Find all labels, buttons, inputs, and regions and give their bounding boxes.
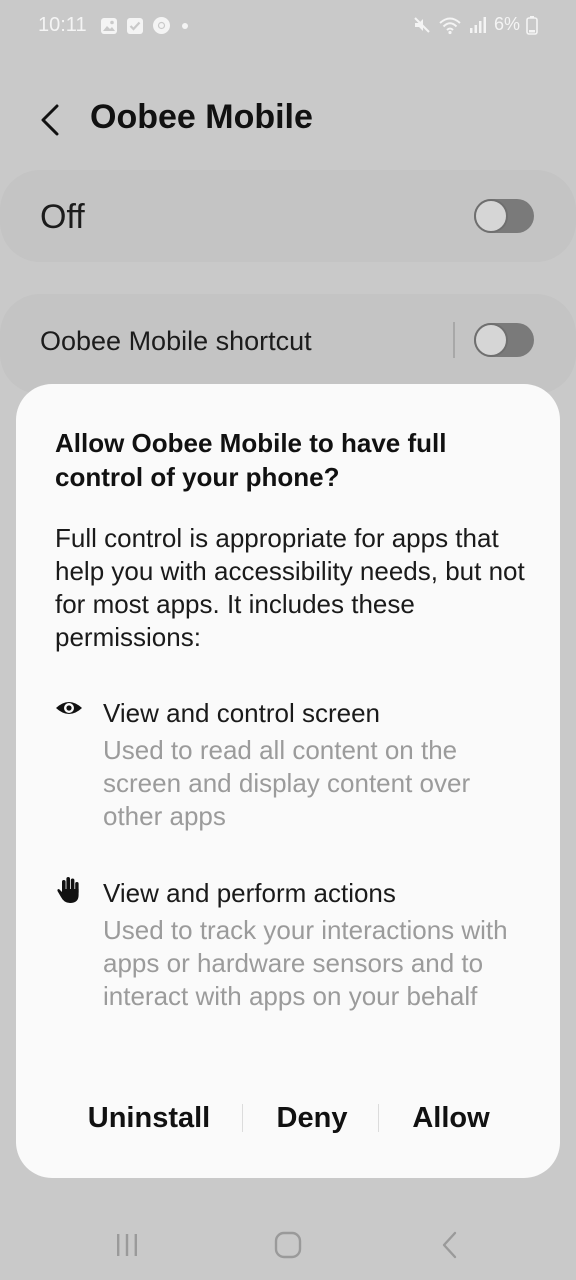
gallery-icon — [101, 17, 117, 34]
shortcut-toggle-switch[interactable] — [474, 323, 534, 357]
allow-button[interactable]: Allow — [400, 1096, 502, 1140]
back-button[interactable] — [30, 100, 70, 140]
shortcut-divider — [453, 322, 455, 358]
chrome-icon — [153, 17, 170, 34]
signal-icon — [469, 16, 486, 33]
mute-icon — [414, 16, 430, 33]
eye-icon — [56, 702, 82, 714]
battery-icon — [526, 15, 538, 35]
back-icon — [442, 1231, 457, 1259]
main-toggle-label: Off — [40, 198, 85, 236]
chevron-left-icon — [41, 104, 59, 136]
main-toggle-row[interactable]: Off — [0, 170, 576, 262]
hand-icon — [57, 877, 79, 903]
battery-percent: 6% — [493, 14, 520, 34]
shortcut-toggle-knob — [474, 323, 508, 357]
recents-button[interactable] — [107, 1228, 147, 1262]
screen: 10:11 6% Oobee Mobile Off Oobee Mobile s… — [0, 0, 576, 1280]
uninstall-button[interactable]: Uninstall — [74, 1096, 224, 1140]
deny-button[interactable]: Deny — [264, 1096, 360, 1140]
dialog-actions: Uninstall Deny Allow — [16, 1096, 560, 1140]
status-icons-right: 6% — [412, 14, 538, 35]
home-button[interactable] — [268, 1228, 308, 1262]
recents-icon — [117, 1234, 137, 1256]
home-icon — [274, 1231, 302, 1259]
action-separator — [242, 1104, 243, 1132]
permission-description: Used to track your interactions with app… — [103, 915, 508, 1011]
permission-title: View and perform actions — [103, 878, 396, 908]
check-icon — [127, 17, 143, 34]
page-title: Oobee Mobile — [90, 98, 313, 136]
permission-title: View and control screen — [103, 698, 381, 728]
status-bar: 10:11 6% — [0, 0, 576, 52]
permission-dialog: Allow Oobee Mobile to have full control … — [16, 384, 560, 1178]
action-separator — [378, 1104, 379, 1132]
nav-back-button[interactable] — [430, 1228, 470, 1262]
shortcut-row[interactable]: Oobee Mobile shortcut — [0, 294, 576, 394]
shortcut-label: Oobee Mobile shortcut — [40, 326, 312, 356]
permission-description: Used to read all content on the screen a… — [103, 735, 471, 831]
status-time: 10:11 — [38, 14, 87, 36]
dialog-body: Full control is appropriate for apps tha… — [55, 523, 525, 652]
wifi-icon — [439, 17, 461, 34]
main-toggle-switch[interactable] — [474, 199, 534, 233]
status-icons-left — [100, 16, 191, 35]
dot-icon — [182, 22, 188, 29]
dialog-title: Allow Oobee Mobile to have full control … — [55, 428, 447, 492]
main-toggle-knob — [474, 199, 508, 233]
navigation-bar — [0, 1210, 576, 1280]
